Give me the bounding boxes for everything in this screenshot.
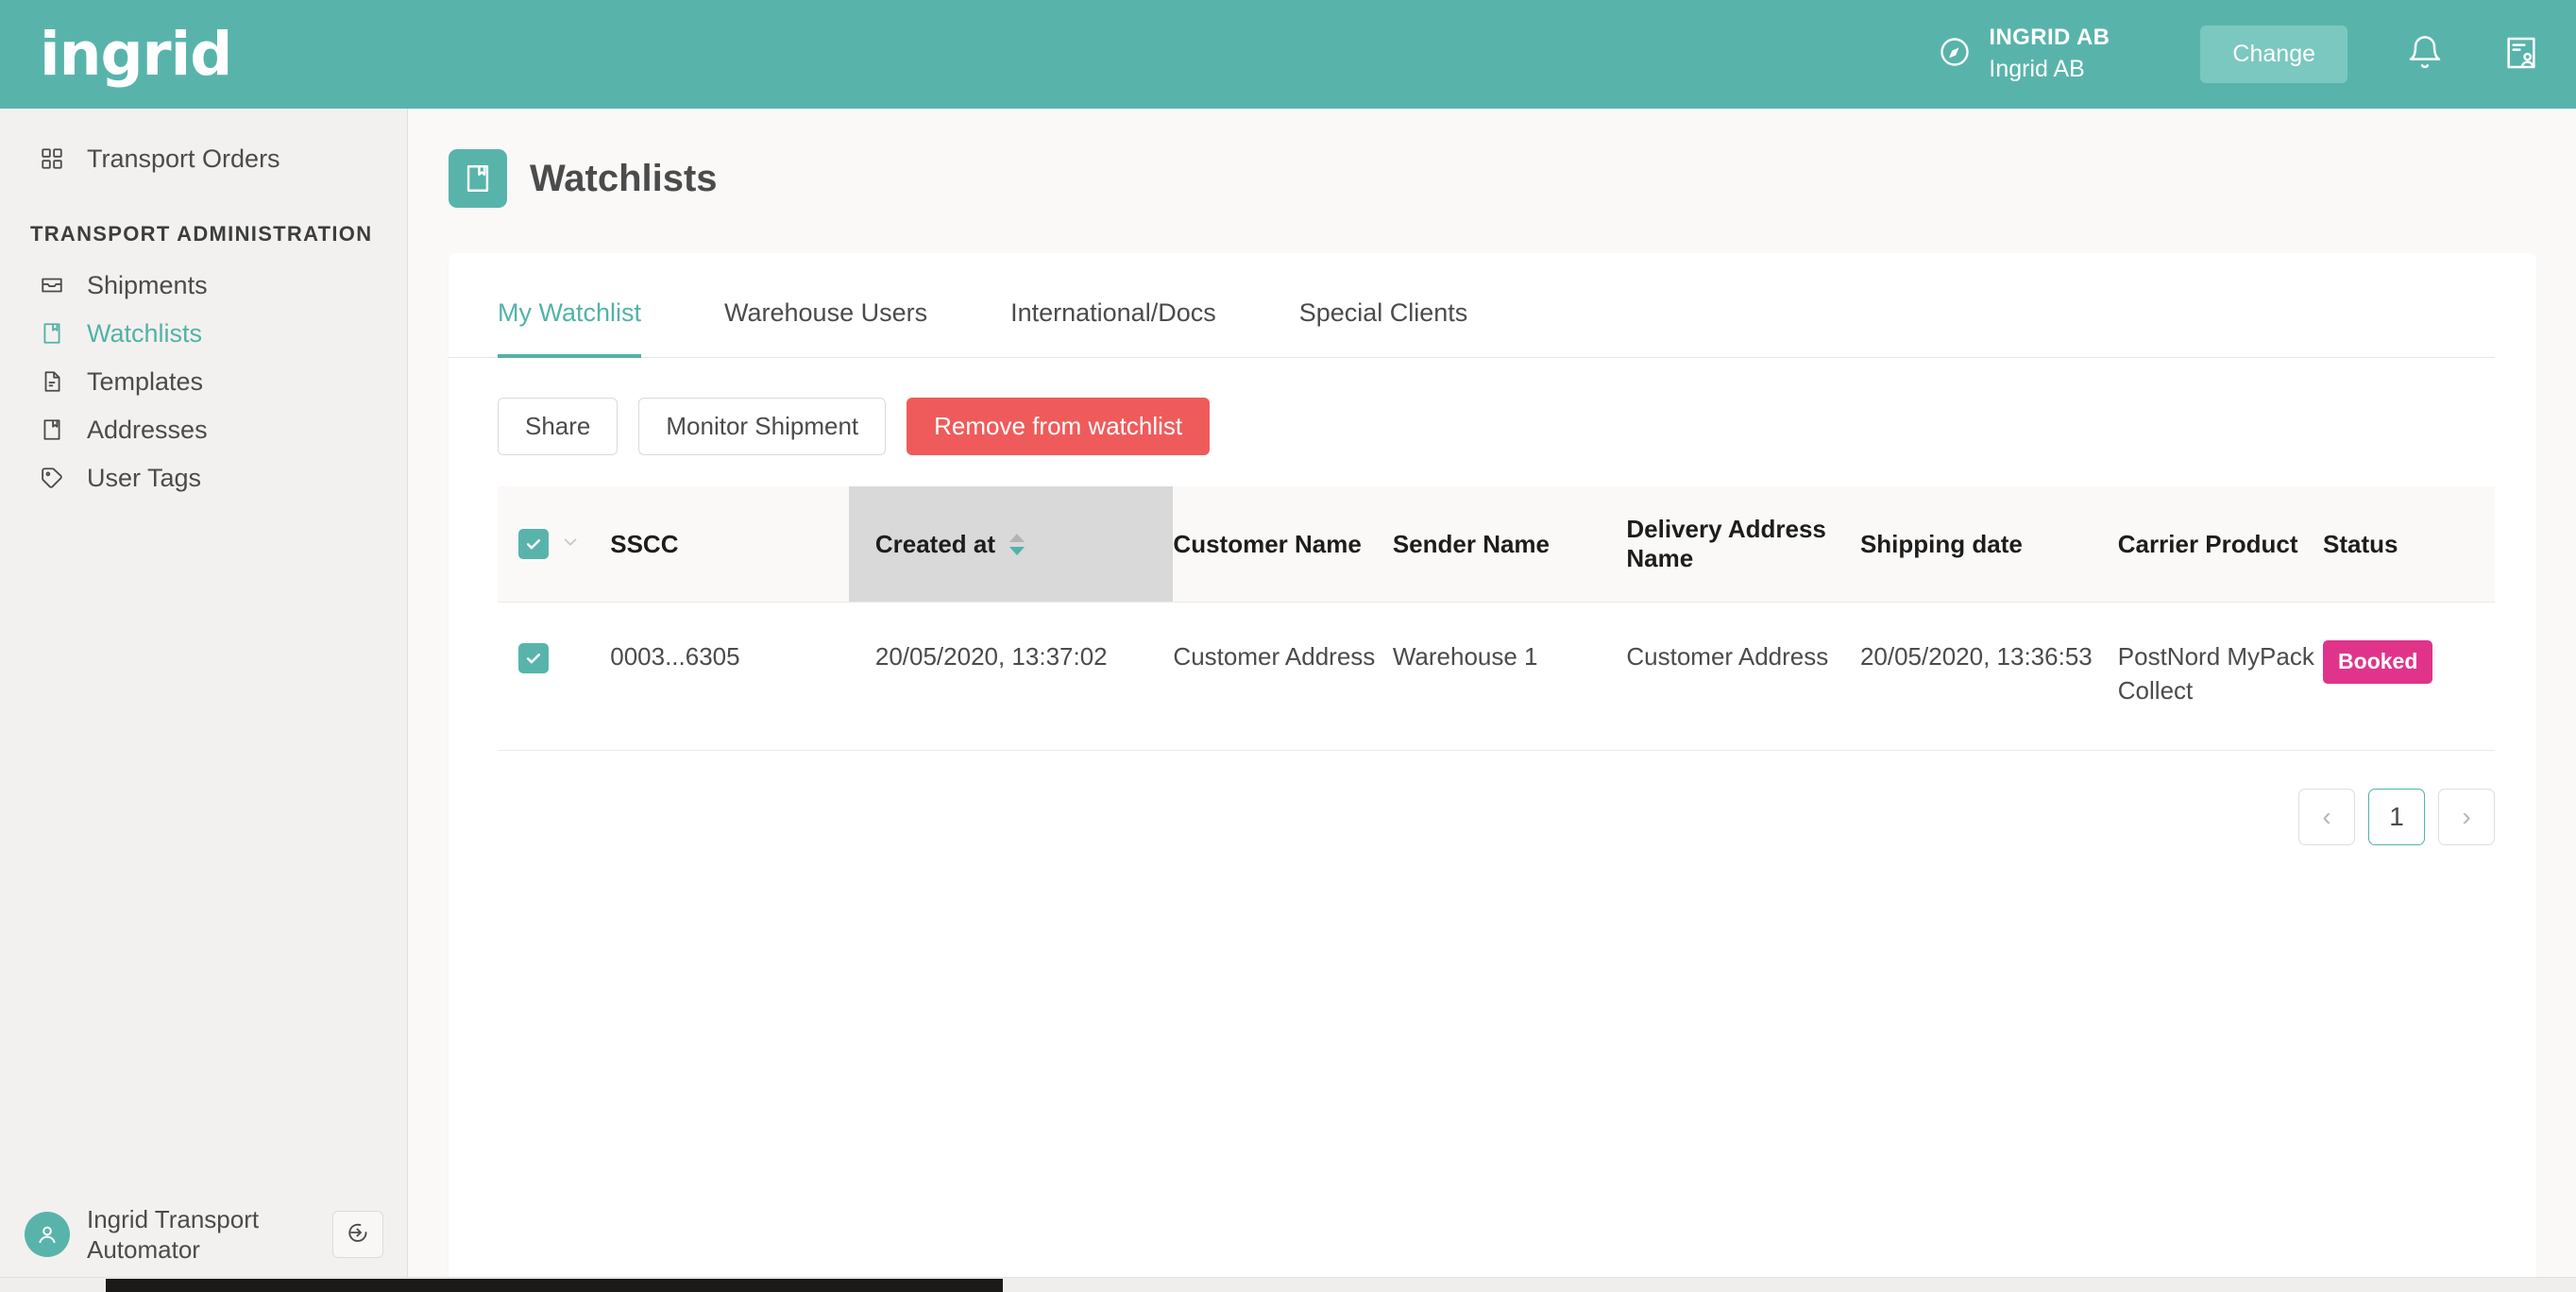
header-shipping-date[interactable]: Shipping date bbox=[1859, 486, 2118, 604]
watchlist-card: My Watchlist Warehouse Users Internation… bbox=[449, 253, 2536, 1283]
cell-carrier-product: PostNord MyPack Collect bbox=[2117, 602, 2324, 751]
sidebar-item-label: User Tags bbox=[87, 463, 202, 492]
sidebar-item-label: Templates bbox=[87, 366, 204, 396]
tab-warehouse-users[interactable]: Warehouse Users bbox=[724, 253, 927, 358]
account-card-button[interactable] bbox=[2502, 34, 2540, 75]
table-header-row: SSCC Created at Customer Name Sender Nam… bbox=[498, 486, 2495, 604]
sort-asc-icon bbox=[1009, 533, 1025, 542]
organization-name: INGRID AB bbox=[1989, 25, 2110, 51]
check-icon bbox=[526, 654, 541, 664]
notifications-button[interactable] bbox=[2406, 34, 2444, 75]
sidebar-item-addresses[interactable]: Addresses bbox=[0, 406, 407, 453]
document-icon bbox=[38, 367, 66, 396]
chevron-down-icon[interactable] bbox=[560, 532, 581, 556]
pagination: ‹ 1 › bbox=[449, 751, 2536, 845]
sidebar: Transport Orders TRANSPORT ADMINISTRATIO… bbox=[0, 109, 408, 1292]
ingrid-logo[interactable]: ingrid bbox=[40, 25, 232, 84]
main-content: Watchlists My Watchlist Warehouse Users … bbox=[409, 109, 2576, 1292]
sidebar-item-templates[interactable]: Templates bbox=[0, 358, 407, 405]
change-organization-button[interactable]: Change bbox=[2200, 25, 2347, 83]
top-header-right: INGRID AB Ingrid AB Change bbox=[1938, 23, 2576, 85]
table-row[interactable]: 0003...6305 20/05/2020, 13:37:02 Custome… bbox=[498, 602, 2495, 751]
monitor-shipment-button[interactable]: Monitor Shipment bbox=[638, 398, 887, 456]
cell-shipping-date: 20/05/2020, 13:36:53 bbox=[1859, 602, 2118, 751]
watchlist-table: SSCC Created at Customer Name Sender Nam… bbox=[498, 486, 2495, 751]
pagination-page-1[interactable]: 1 bbox=[2368, 788, 2425, 845]
sidebar-user-name: Ingrid Transport Automator bbox=[87, 1204, 260, 1265]
contact-card-icon bbox=[2502, 34, 2540, 75]
select-all-checkbox[interactable] bbox=[518, 529, 549, 560]
sort-desc-icon bbox=[1009, 546, 1025, 555]
bell-icon bbox=[2406, 34, 2444, 75]
organization-selector[interactable]: INGRID AB Ingrid AB bbox=[1938, 23, 2110, 85]
pagination-prev-button[interactable]: ‹ bbox=[2298, 788, 2355, 845]
horizontal-scrollbar-thumb[interactable] bbox=[106, 1279, 1003, 1292]
avatar bbox=[25, 1212, 70, 1257]
tab-my-watchlist[interactable]: My Watchlist bbox=[498, 253, 642, 358]
header-created-at-label: Created at bbox=[874, 529, 996, 558]
sidebar-user-card[interactable]: Ingrid Transport Automator bbox=[0, 1177, 408, 1292]
sidebar-nav-top: Transport Orders bbox=[0, 135, 407, 182]
grid-icon bbox=[38, 144, 66, 173]
page-title: Watchlists bbox=[530, 157, 718, 199]
bookmark-doc-icon bbox=[466, 165, 489, 192]
bookmark-doc-icon bbox=[38, 319, 66, 348]
header-status[interactable]: Status bbox=[2323, 486, 2495, 604]
top-header: ingrid INGRID AB Ingrid AB Change bbox=[0, 0, 2576, 109]
watchlist-table-container: SSCC Created at Customer Name Sender Nam… bbox=[449, 455, 2536, 751]
page-header: Watchlists bbox=[409, 109, 2576, 208]
cell-sscc: 0003...6305 bbox=[610, 602, 849, 751]
check-icon bbox=[526, 539, 541, 550]
status-badge: Booked bbox=[2323, 640, 2433, 684]
sidebar-item-label: Addresses bbox=[87, 415, 208, 444]
pagination-next-button[interactable]: › bbox=[2438, 788, 2495, 845]
table-head: SSCC Created at Customer Name Sender Nam… bbox=[498, 486, 2495, 604]
sidebar-item-label: Watchlists bbox=[87, 318, 203, 348]
tab-bar: My Watchlist Warehouse Users Internation… bbox=[449, 253, 2495, 358]
sidebar-item-transport-orders[interactable]: Transport Orders bbox=[0, 135, 407, 182]
row-checkbox[interactable] bbox=[518, 643, 549, 674]
sidebar-nav-admin: Shipments Watchlists Templates Addresses… bbox=[0, 262, 407, 502]
sidebar-item-user-tags[interactable]: User Tags bbox=[0, 454, 407, 502]
header-customer-name[interactable]: Customer Name bbox=[1173, 486, 1393, 604]
sidebar-section-transport-administration: TRANSPORT ADMINISTRATION bbox=[30, 222, 373, 246]
cell-created-at: 20/05/2020, 13:37:02 bbox=[848, 602, 1174, 751]
tag-icon bbox=[38, 464, 66, 492]
app-root: ingrid INGRID AB Ingrid AB Change Transp… bbox=[0, 0, 2576, 1292]
sidebar-item-label: Shipments bbox=[87, 270, 208, 299]
sort-arrows-icon[interactable] bbox=[1008, 533, 1025, 556]
header-delivery-address-name[interactable]: Delivery Address Name bbox=[1626, 486, 1860, 604]
horizontal-scrollbar-track[interactable] bbox=[0, 1277, 2576, 1292]
logout-button[interactable] bbox=[332, 1211, 383, 1258]
row-select-cell bbox=[498, 602, 611, 751]
cell-sender-name: Warehouse 1 bbox=[1392, 602, 1627, 751]
cell-status: Booked bbox=[2323, 602, 2495, 751]
person-icon bbox=[39, 1226, 56, 1244]
table-body: 0003...6305 20/05/2020, 13:37:02 Custome… bbox=[498, 602, 2495, 751]
sidebar-item-watchlists[interactable]: Watchlists bbox=[0, 310, 407, 357]
share-button[interactable]: Share bbox=[498, 398, 619, 456]
cell-customer-name: Customer Address bbox=[1173, 602, 1393, 751]
compass-icon bbox=[1938, 35, 1972, 74]
page-title-icon bbox=[449, 149, 507, 208]
inbox-icon bbox=[38, 271, 66, 299]
organization-text: INGRID AB Ingrid AB bbox=[1989, 23, 2110, 85]
sidebar-item-shipments[interactable]: Shipments bbox=[0, 262, 407, 309]
bookmark-doc-icon bbox=[38, 416, 66, 444]
header-carrier-product[interactable]: Carrier Product bbox=[2117, 486, 2324, 604]
sidebar-item-label: Transport Orders bbox=[87, 144, 280, 173]
tab-special-clients[interactable]: Special Clients bbox=[1299, 253, 1468, 358]
header-sender-name[interactable]: Sender Name bbox=[1392, 486, 1627, 604]
header-created-at[interactable]: Created at bbox=[848, 486, 1174, 604]
header-select-all bbox=[498, 486, 611, 604]
cell-delivery-address-name: Customer Address bbox=[1626, 602, 1860, 751]
action-toolbar: Share Monitor Shipment Remove from watch… bbox=[449, 358, 2536, 456]
tab-international-docs[interactable]: International/Docs bbox=[1010, 253, 1216, 358]
logout-icon bbox=[345, 1219, 371, 1250]
organization-subname: Ingrid AB bbox=[1989, 55, 2085, 82]
header-sscc[interactable]: SSCC bbox=[610, 486, 849, 604]
remove-from-watchlist-button[interactable]: Remove from watchlist bbox=[907, 398, 1211, 456]
